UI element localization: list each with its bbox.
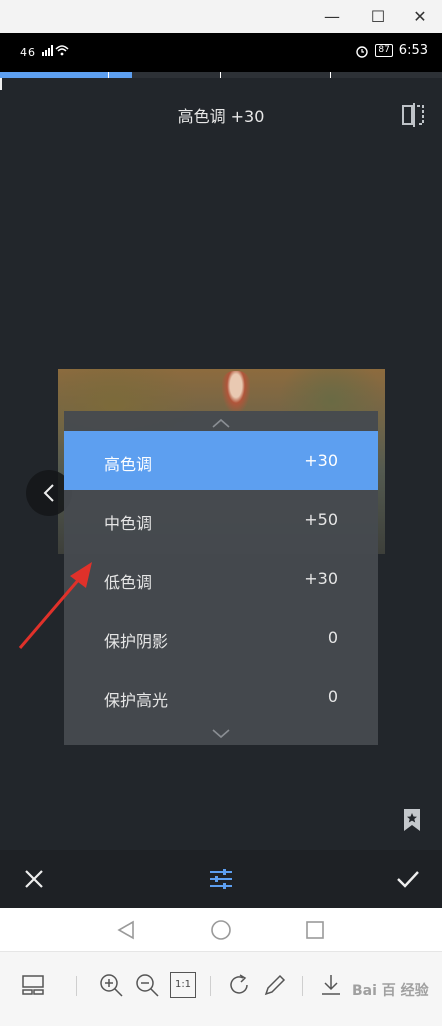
close-icon[interactable]	[22, 867, 46, 891]
bookmark-star-icon[interactable]	[402, 808, 422, 832]
progress-segment	[222, 72, 330, 78]
zoom-out-icon[interactable]	[134, 972, 160, 998]
editor-toolbar	[0, 850, 442, 908]
adjust-item-value: +50	[304, 510, 338, 529]
emulator-toolbar: 1:1 Bai 百 经验	[0, 952, 442, 1026]
maximize-button[interactable]: ☐	[356, 0, 400, 33]
adjust-item-protect-shadows[interactable]: 保护阴影 0	[64, 608, 378, 667]
annotation-arrow	[18, 562, 92, 649]
edit-icon[interactable]	[262, 972, 288, 998]
editor-screen: 高色调 +30 高色调 +30 中色调 +50 低色调 +30 保护阴影 0 保…	[0, 72, 442, 850]
close-window-button[interactable]: ✕	[398, 0, 442, 33]
adjust-item-label: 低色调	[104, 573, 153, 592]
network-type: 46	[20, 46, 36, 59]
adjust-item-value: +30	[304, 451, 338, 470]
android-nav-bar	[0, 908, 442, 952]
adjust-item-value: 0	[327, 687, 338, 706]
layout-icon[interactable]	[20, 972, 46, 998]
battery-indicator: 87	[375, 44, 393, 57]
adjust-menu: 高色调 +30 中色调 +50 低色调 +30 保护阴影 0 保护高光 0	[64, 411, 378, 745]
signal-wifi-indicator: 46	[20, 44, 71, 59]
adjust-item-shadows[interactable]: 低色调 +30	[64, 549, 378, 608]
signal-wifi-icon	[41, 45, 69, 56]
compare-icon[interactable]	[400, 102, 426, 128]
download-icon[interactable]	[318, 972, 344, 998]
step-progress-bar	[0, 72, 442, 90]
adjust-item-label: 中色调	[104, 514, 153, 533]
tune-icon[interactable]	[209, 867, 233, 891]
emulator-title-bar: — ☐ ✕	[0, 0, 442, 33]
rotate-icon[interactable]	[226, 972, 252, 998]
chevron-down-icon[interactable]	[211, 727, 231, 739]
progress-segment-active	[0, 72, 132, 78]
adjust-item-protect-highlights[interactable]: 保护高光 0	[64, 667, 378, 726]
back-triangle-icon[interactable]	[115, 919, 137, 941]
clock: 6:53	[398, 43, 428, 58]
progress-segment	[134, 72, 220, 78]
home-circle-icon[interactable]	[210, 919, 232, 941]
adjust-item-label: 保护阴影	[104, 632, 169, 651]
adjust-item-label: 保护高光	[104, 691, 169, 710]
adjust-item-value: 0	[327, 628, 338, 647]
status-bar: 46 87 6:53	[0, 33, 442, 72]
adjust-item-midtones[interactable]: 中色调 +50	[64, 490, 378, 549]
check-icon[interactable]	[396, 867, 420, 891]
minimize-button[interactable]: —	[310, 0, 354, 33]
actual-size-icon[interactable]: 1:1	[170, 972, 196, 998]
chevron-up-icon[interactable]	[211, 417, 231, 429]
adjust-item-highlights[interactable]: 高色调 +30	[64, 431, 378, 490]
adjust-item-label: 高色调	[104, 455, 153, 474]
progress-segment	[332, 72, 442, 78]
page-title: 高色调 +30	[177, 107, 265, 126]
adjust-item-value: +30	[304, 569, 338, 588]
alarm-icon	[356, 45, 369, 58]
recents-square-icon[interactable]	[304, 919, 326, 941]
zoom-in-icon[interactable]	[98, 972, 124, 998]
watermark-text: Bai 百 经验	[352, 983, 429, 999]
